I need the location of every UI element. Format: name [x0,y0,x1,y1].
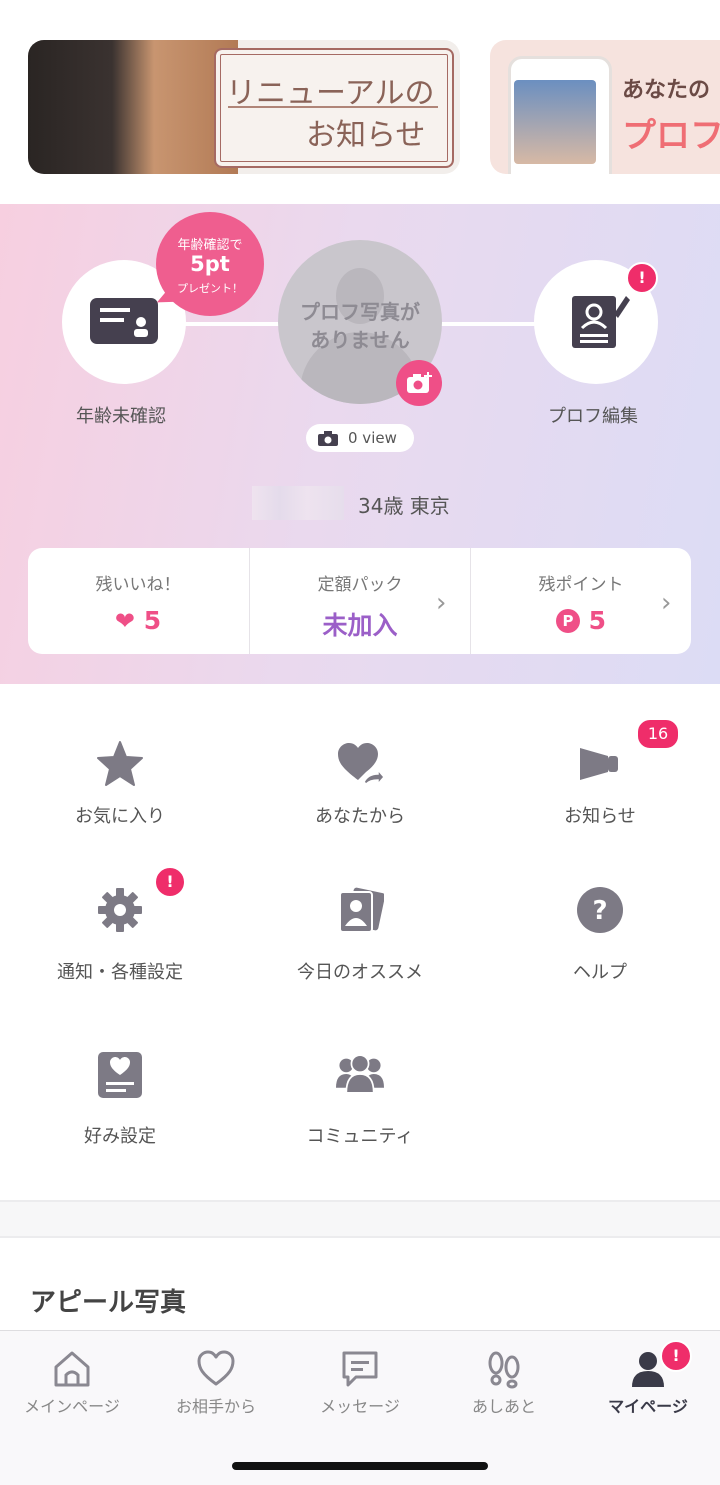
photo-cards-icon [339,887,384,933]
camera-icon [318,431,338,446]
tab-messages-label: メッセージ [320,1397,400,1416]
remaining-points[interactable]: 残ポイント P 5 › [471,548,691,654]
view-count: 0 view [348,429,397,447]
add-photo-button[interactable] [396,360,442,406]
menu-help[interactable]: ? ヘルプ [480,886,720,986]
home-icon [54,1351,90,1387]
menu-preference-settings-label: 好み設定 [84,1126,156,1147]
couple-photo [28,40,238,174]
menu-help-label: ヘルプ [573,962,627,983]
menu-notices[interactable]: お知らせ [480,740,720,840]
chevron-right-icon: › [436,588,447,618]
menu-community[interactable]: コミュニティ [240,1050,480,1150]
no-photo-text: プロフ写真が ありません [278,298,442,354]
home-indicator [232,1462,488,1470]
point-icon: P [555,609,580,633]
promo-points: 5pt [190,252,230,276]
banner-title-line2: お知らせ [306,118,426,153]
no-photo-line1: プロフ写真が [300,300,420,324]
banner2-line2: プロフ [622,116,720,156]
tab-main-page-label: メインページ [24,1397,120,1416]
remaining-likes: 残いいね！ ❤ 5 [28,548,248,654]
community-icon [336,1054,384,1094]
promo-line3: プレゼント！ [177,282,243,295]
my-page-alert-badge: ! [660,1340,692,1372]
nickname-blurred [252,486,344,520]
tab-from-partner-label: お相手から [175,1397,256,1416]
gear-icon [98,888,142,932]
heart-arrow-icon [338,743,384,787]
profile-edit-icon [572,296,630,348]
remaining-likes-value-row: ❤ 5 [28,606,248,635]
tab-footprints[interactable]: あしあと [432,1331,576,1431]
preference-card-icon [98,1052,142,1098]
heart-outline-icon [197,1350,235,1386]
view-count-chip: 0 view [306,424,414,452]
menu-preference-settings[interactable]: 好み設定 [0,1050,240,1150]
tab-messages[interactable]: メッセージ [288,1331,432,1431]
settings-alert-badge: ! [154,866,186,898]
tab-footprints-label: あしあと [471,1397,536,1416]
menu-notices-label: お知らせ [564,806,636,827]
tab-from-partner[interactable]: お相手から [144,1331,288,1431]
subscription-pack[interactable]: 定額パック 未加入 › [250,548,470,654]
remaining-likes-value: 5 [143,606,162,635]
svg-text:?: ? [592,896,607,926]
age-verify-label: 年齢未確認 [76,406,166,427]
remaining-likes-label: 残いいね！ [95,575,181,595]
appeal-photos-title: アピール写真 [30,1288,187,1318]
remaining-points-value: 5 [588,606,607,635]
remaining-points-label: 残ポイント [538,575,624,595]
menu-todays-recommendation[interactable]: 今日のオススメ [240,886,480,986]
age-location: 34歳 東京 [358,494,450,518]
profile-banner[interactable]: あなたの プロフ [490,40,720,174]
banner2-line1: あなたの [622,78,711,103]
heart-icon: ❤ [114,607,135,635]
menu-community-label: コミュニティ [306,1126,414,1147]
menu-notification-settings[interactable]: 通知・各種設定 [0,886,240,986]
remaining-points-value-row: P 5 [471,606,691,635]
help-icon: ? [577,887,623,933]
notices-count-badge: 16 [636,718,680,750]
banner-divider [228,106,438,108]
stats-card: 残いいね！ ❤ 5 定額パック 未加入 › 残ポイント P 5 › [28,548,691,654]
menu-todays-recommendation-label: 今日のオススメ [297,962,423,983]
menu-from-you-label: あなたから [315,806,405,827]
menu-from-you[interactable]: あなたから [240,740,480,840]
profile-edit-alert-badge: ! [626,262,658,294]
footprints-icon [488,1351,520,1389]
camera-plus-icon [407,372,432,393]
renewal-banner[interactable]: リニューアルの お知らせ [28,40,460,174]
message-icon [342,1351,378,1387]
star-icon [97,741,143,786]
promo-line1: 年齢確認で [177,238,243,253]
chevron-right-icon: › [661,588,672,618]
menu-notification-settings-label: 通知・各種設定 [57,962,183,983]
menu-favorites[interactable]: お気に入り [0,740,240,840]
megaphone-icon [580,748,618,780]
woman-photo [514,80,596,164]
no-photo-line2: ありません [310,328,410,352]
menu-favorites-label: お気に入り [75,806,165,827]
section-divider [0,1200,720,1238]
tab-my-page-label: マイページ [608,1397,688,1416]
age-verify-promo-bubble: 年齢確認で 5pt プレゼント！ [156,212,264,316]
id-card-icon [90,298,158,344]
tab-my-page[interactable]: マイページ [576,1331,720,1431]
profile-edit-label: プロフ編集 [548,406,638,427]
tab-main-page[interactable]: メインページ [0,1331,144,1431]
